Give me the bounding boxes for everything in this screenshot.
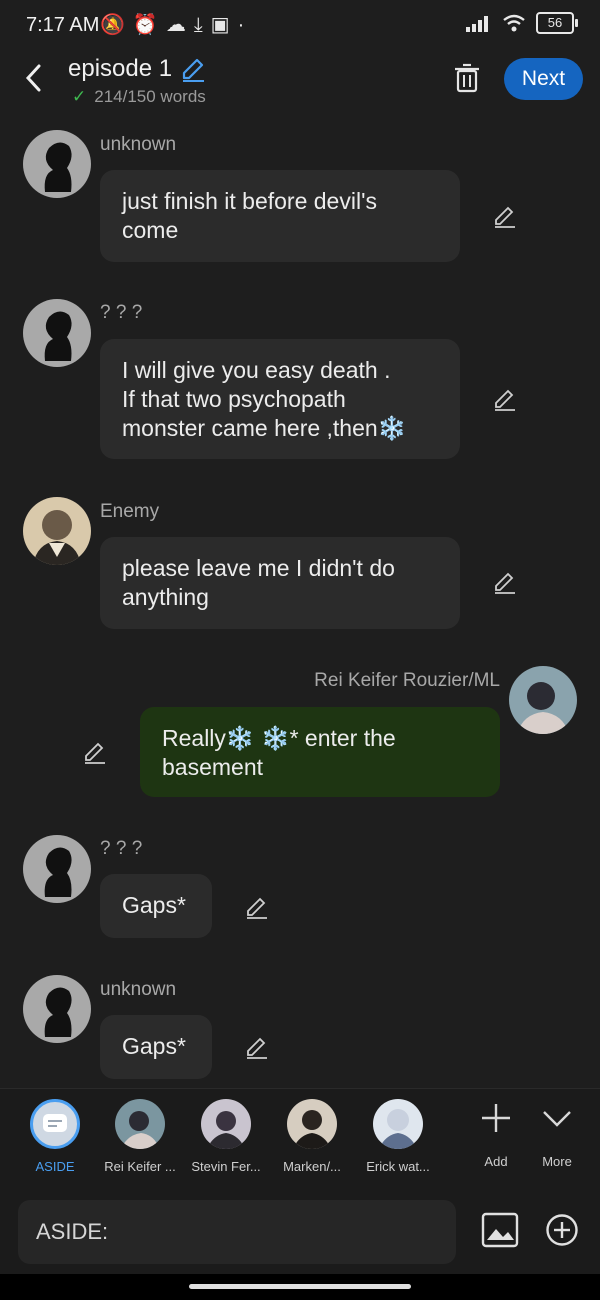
character-avatar xyxy=(287,1099,337,1149)
character-erick[interactable]: Erick wat... xyxy=(358,1099,438,1174)
wifi-icon xyxy=(503,14,525,32)
edit-pencil-icon[interactable] xyxy=(244,1034,270,1060)
character-stevin[interactable]: Stevin Fer... xyxy=(186,1099,266,1174)
edit-pencil-icon[interactable] xyxy=(492,386,518,412)
avatar-silhouette[interactable] xyxy=(23,130,91,198)
message-bubble[interactable]: I will give you easy death . If that two … xyxy=(100,339,460,459)
sender-name: unknown xyxy=(100,134,177,155)
download-icon: ⤓ xyxy=(193,14,211,36)
message-bubble[interactable]: just finish it before devil's come xyxy=(100,170,460,262)
episode-title: episode 1 xyxy=(68,55,173,82)
character-aside[interactable]: ASIDE xyxy=(15,1099,95,1174)
message-input[interactable]: ASIDE: xyxy=(18,1200,456,1264)
dot-icon: · xyxy=(237,14,253,36)
word-count: ✓ 214/150 words xyxy=(72,87,206,106)
character-avatar xyxy=(115,1099,165,1149)
edit-pencil-icon[interactable] xyxy=(492,569,518,595)
own-message-bubble[interactable]: Really❄️ ❄️* enter the basement xyxy=(140,707,500,797)
plus-icon xyxy=(482,1104,510,1132)
message-bubble[interactable]: please leave me I didn't do anything xyxy=(100,537,460,629)
back-arrow-icon[interactable] xyxy=(20,60,48,96)
battery-indicator: 56 xyxy=(536,12,578,34)
status-right: 56 xyxy=(466,12,578,34)
add-circle-icon[interactable] xyxy=(545,1213,579,1247)
character-avatar xyxy=(373,1099,423,1149)
character-marken[interactable]: Marken/... xyxy=(272,1099,352,1174)
avatar-silhouette[interactable] xyxy=(23,835,91,903)
avatar-rei[interactable] xyxy=(509,666,577,734)
chevron-down-icon xyxy=(543,1111,571,1127)
edit-pencil-icon[interactable] xyxy=(82,739,108,765)
sender-name: Rei Keifer Rouzier/ML xyxy=(314,670,500,691)
sender-name: ? ? ? xyxy=(100,838,143,859)
avatar-silhouette[interactable] xyxy=(23,975,91,1043)
delete-trash-icon[interactable] xyxy=(452,62,482,94)
check-icon: ✓ xyxy=(72,87,87,106)
sender-name: ? ? ? xyxy=(100,302,143,323)
signal-icon xyxy=(466,16,488,32)
mute-icon: 🔕 xyxy=(100,14,133,36)
next-button[interactable]: Next xyxy=(504,58,583,100)
home-indicator[interactable] xyxy=(189,1284,411,1289)
edit-pencil-icon[interactable] xyxy=(492,203,518,229)
avatar-silhouette[interactable] xyxy=(23,299,91,367)
edit-pencil-icon[interactable] xyxy=(244,894,270,920)
character-rei[interactable]: Rei Keifer ... xyxy=(100,1099,180,1174)
app-icon: ▣ xyxy=(210,14,238,36)
alarm-icon: ⏰ xyxy=(132,14,166,36)
character-avatar xyxy=(201,1099,251,1149)
message-bubble[interactable]: Gaps* xyxy=(100,874,212,938)
sender-name: unknown xyxy=(100,979,177,1000)
aside-chat-icon xyxy=(30,1099,80,1149)
more-button[interactable]: More xyxy=(517,1101,597,1169)
notification-icons: 🔕⏰☁⤓▣· xyxy=(100,12,252,37)
avatar-enemy[interactable] xyxy=(23,497,91,565)
cloud-icon: ☁ xyxy=(165,14,194,36)
image-icon[interactable] xyxy=(481,1212,519,1248)
status-time: 7:17 AM xyxy=(26,14,100,36)
message-bubble[interactable]: Gaps* xyxy=(100,1015,212,1079)
edit-title-pencil-icon[interactable] xyxy=(180,56,206,82)
sender-name: Enemy xyxy=(100,501,160,522)
